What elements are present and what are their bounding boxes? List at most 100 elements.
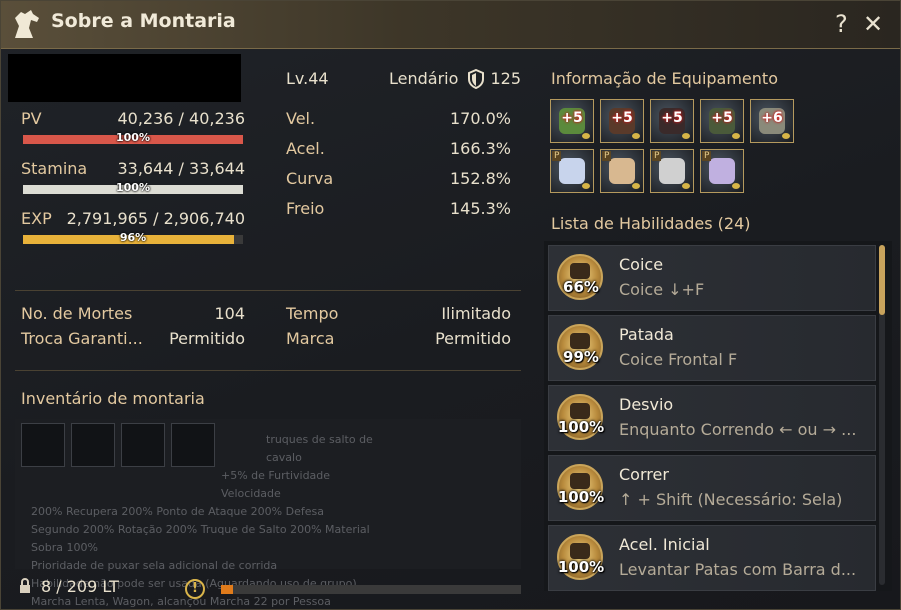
stamina-percent: 100% bbox=[116, 181, 150, 194]
equipment-slot[interactable]: +5 bbox=[550, 99, 594, 143]
skill-row[interactable]: 66% Coice Coice ↓+F bbox=[548, 245, 876, 311]
help-button[interactable]: ? bbox=[835, 9, 848, 39]
skill-mastery: 100% bbox=[557, 488, 605, 506]
inventory-text-line: +5% de Furtividade Velocidade bbox=[221, 469, 331, 500]
equipment-slot[interactable]: +5 bbox=[700, 99, 744, 143]
stamina-label: Stamina bbox=[21, 159, 88, 178]
skill-icon: 100% bbox=[557, 534, 604, 580]
skill-icon: 100% bbox=[557, 464, 604, 510]
enhancement-level: +5 bbox=[711, 110, 733, 126]
costume-icon bbox=[659, 158, 685, 184]
inventory-text-line: 200% Recupera 200% Ponto de Ataque 200% … bbox=[31, 505, 324, 518]
equipment-slot[interactable]: P bbox=[700, 149, 744, 193]
skill-row[interactable]: 99% Patada Coice Frontal F bbox=[548, 315, 876, 381]
skill-icon: 99% bbox=[557, 324, 603, 370]
deaths-value: 104 bbox=[214, 304, 245, 323]
armor-value: 125 bbox=[490, 69, 521, 88]
freio-label: Freio bbox=[286, 199, 325, 218]
weight-label: 8 / 209 LT bbox=[41, 577, 119, 596]
coin-icon bbox=[682, 183, 690, 189]
coin-icon bbox=[732, 183, 740, 189]
skill-emblem bbox=[570, 263, 590, 279]
stamina-value: 33,644 / 33,644 bbox=[117, 159, 245, 178]
scrollbar-thumb[interactable] bbox=[879, 245, 885, 315]
pv-percent: 100% bbox=[116, 131, 150, 144]
skill-list[interactable]: 66% Coice Coice ↓+F 99% Patada Coice Frontal … bbox=[544, 241, 892, 591]
window-title: Sobre a Montaria bbox=[51, 10, 236, 32]
skill-row[interactable]: 100% Desvio Enquanto Correndo ← ou → ... bbox=[548, 385, 876, 451]
deaths-label: No. de Mortes bbox=[21, 304, 133, 323]
costume-icon bbox=[609, 158, 635, 184]
close-button[interactable]: ✕ bbox=[863, 9, 883, 39]
exp-percent: 96% bbox=[119, 231, 147, 244]
enhancement-level: +5 bbox=[561, 110, 583, 126]
premium-badge: P bbox=[652, 151, 662, 161]
divider bbox=[15, 290, 521, 291]
inventory-slot[interactable] bbox=[71, 423, 115, 467]
skill-icon: 100% bbox=[557, 394, 604, 440]
costume-icon bbox=[709, 158, 735, 184]
enhancement-level: +5 bbox=[611, 110, 633, 126]
weight-bar bbox=[221, 585, 521, 594]
title-bar[interactable]: Sobre a Montaria ? ✕ bbox=[1, 1, 900, 49]
premium-badge: P bbox=[552, 151, 562, 161]
costume-icon bbox=[559, 158, 585, 184]
curva-value: 152.8% bbox=[449, 169, 511, 188]
skill-name: Desvio bbox=[619, 395, 674, 414]
coin-icon bbox=[632, 133, 640, 139]
coin-icon bbox=[782, 133, 790, 139]
inventory-text-line: Sobra 100% bbox=[31, 541, 98, 554]
time-value: Ilimitado bbox=[441, 304, 511, 323]
redacted-mount-name bbox=[8, 54, 241, 102]
skill-name: Patada bbox=[619, 325, 674, 344]
skill-scrollbar[interactable] bbox=[879, 245, 885, 585]
coin-icon bbox=[682, 133, 690, 139]
lock-icon bbox=[20, 578, 30, 593]
premium-badge: P bbox=[602, 151, 612, 161]
equipment-slot[interactable]: +5 bbox=[600, 99, 644, 143]
skill-command: Enquanto Correndo ← ou → ... bbox=[619, 420, 857, 439]
equipment-slot[interactable]: P bbox=[600, 149, 644, 193]
curva-label: Curva bbox=[286, 169, 334, 188]
inventory-slot[interactable] bbox=[21, 423, 65, 467]
brand-value: Permitido bbox=[435, 329, 511, 348]
pv-value: 40,236 / 40,236 bbox=[117, 109, 245, 128]
brand-label: Marca bbox=[286, 329, 335, 348]
mount-level: Lv.44 bbox=[286, 69, 329, 88]
coin-icon bbox=[632, 183, 640, 189]
skill-row[interactable]: 100% Acel. Inicial Levantar Patas com Barr… bbox=[548, 525, 876, 591]
mount-info-window: Sobre a Montaria ? ✕ PV 40,236 / 40,236 … bbox=[0, 0, 901, 610]
exp-value: 2,791,965 / 2,906,740 bbox=[66, 209, 245, 228]
equipment-slot[interactable]: P bbox=[550, 149, 594, 193]
skill-name: Coice bbox=[619, 255, 664, 274]
stamina-bar: 100% bbox=[23, 181, 243, 194]
inventory-title: Inventário de montaria bbox=[21, 389, 205, 408]
exp-label: EXP bbox=[21, 209, 52, 228]
skill-name: Acel. Inicial bbox=[619, 535, 710, 554]
equipment-title: Informação de Equipamento bbox=[551, 69, 778, 88]
divider bbox=[15, 370, 521, 371]
skill-mastery: 100% bbox=[557, 558, 605, 576]
acel-value: 166.3% bbox=[449, 139, 511, 158]
skill-row[interactable]: 100% Correr ↑ + Shift (Necessário: Sela) bbox=[548, 455, 876, 521]
acel-label: Acel. bbox=[286, 139, 325, 158]
equipment-slot[interactable]: +5 bbox=[650, 99, 694, 143]
inventory-slot[interactable] bbox=[171, 423, 215, 467]
inventory-slot[interactable] bbox=[121, 423, 165, 467]
vel-value: 170.0% bbox=[449, 109, 511, 128]
skill-command: Levantar Patas com Barra d... bbox=[619, 560, 857, 579]
exp-bar: 96% bbox=[23, 231, 243, 244]
skill-command: Coice Frontal F bbox=[619, 350, 738, 369]
equipment-slot[interactable]: +6 bbox=[750, 99, 794, 143]
enhancement-level: +5 bbox=[661, 110, 683, 126]
warning-icon[interactable]: ! bbox=[185, 579, 205, 599]
pv-bar: 100% bbox=[23, 131, 243, 144]
skill-mastery: 99% bbox=[563, 348, 599, 366]
equipment-slot[interactable]: P bbox=[650, 149, 694, 193]
coin-icon bbox=[582, 183, 590, 189]
premium-badge: P bbox=[702, 151, 712, 161]
skill-emblem bbox=[570, 543, 590, 559]
horse-head-icon bbox=[15, 10, 39, 38]
mount-grade: Lendário bbox=[389, 69, 459, 88]
inventory-text-line: Segundo 200% Rotação 200% Truque de Salt… bbox=[31, 523, 370, 536]
